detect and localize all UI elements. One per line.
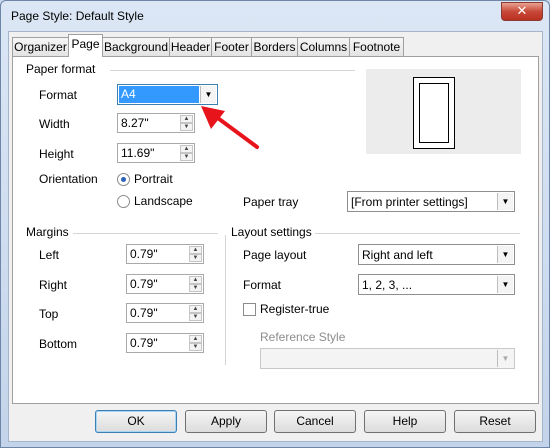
close-button[interactable]: ✕	[501, 2, 543, 21]
page-layout-dropdown[interactable]: Right and left ▼	[358, 244, 515, 265]
margin-bottom-label: Bottom	[39, 337, 78, 351]
cancel-button[interactable]: Cancel	[274, 410, 356, 433]
tab-footnote[interactable]: Footnote	[349, 37, 404, 56]
apply-button[interactable]: Apply	[185, 410, 267, 433]
margins-heading: Margins	[26, 225, 69, 239]
width-value: 8.27"	[121, 116, 149, 130]
close-icon: ✕	[516, 4, 528, 19]
height-stepper[interactable]: 11.69" ▲ ▼	[117, 143, 195, 163]
paper-tray-dropdown[interactable]: [From printer settings] ▼	[347, 191, 515, 212]
tab-footer[interactable]: Footer	[211, 37, 252, 56]
margin-left-value: 0.79"	[130, 247, 158, 261]
margin-top-stepper[interactable]: 0.79" ▲ ▼	[126, 303, 204, 323]
chevron-down-icon[interactable]: ▼	[497, 193, 513, 210]
margin-left-stepper[interactable]: 0.79" ▲ ▼	[126, 244, 204, 264]
ok-button[interactable]: OK	[95, 410, 177, 433]
page-preview-sheet	[413, 77, 455, 149]
dialog-window: Page Style: Default Style ✕ Organizer Pa…	[0, 0, 550, 448]
margin-bottom-value: 0.79"	[130, 336, 158, 350]
page-layout-value: Right and left	[362, 248, 433, 262]
margin-bottom-decrement-button[interactable]: ▼	[189, 343, 202, 351]
orientation-label: Orientation	[39, 172, 98, 186]
page-layout-label: Page layout	[243, 248, 307, 262]
paper-format-heading: Paper format	[26, 62, 96, 76]
portrait-radio[interactable]	[117, 173, 130, 186]
layout-settings-heading: Layout settings	[231, 225, 312, 239]
landscape-radio[interactable]	[117, 195, 130, 208]
margin-right-increment-button[interactable]: ▲	[189, 276, 202, 284]
numbering-format-value: 1, 2, 3, ...	[362, 278, 413, 292]
tab-header[interactable]: Header	[169, 37, 212, 56]
paper-tray-label: Paper tray	[243, 195, 299, 209]
landscape-label[interactable]: Landscape	[134, 194, 193, 208]
numbering-format-dropdown[interactable]: 1, 2, 3, ... ▼	[358, 274, 515, 295]
tab-borders[interactable]: Borders	[251, 37, 298, 56]
reset-button[interactable]: Reset	[454, 410, 536, 433]
title-bar[interactable]: Page Style: Default Style ✕	[1, 1, 549, 31]
chevron-down-icon[interactable]: ▼	[497, 246, 513, 263]
height-value: 11.69"	[121, 146, 155, 160]
window-title: Page Style: Default Style	[11, 9, 144, 23]
margin-left-label: Left	[39, 248, 60, 262]
help-button[interactable]: Help	[364, 410, 446, 433]
tab-organizer[interactable]: Organizer	[12, 37, 69, 56]
portrait-label[interactable]: Portrait	[134, 172, 173, 186]
format-label: Format	[39, 88, 78, 102]
tab-background[interactable]: Background	[102, 37, 170, 56]
width-label: Width	[39, 117, 70, 131]
tab-page[interactable]: Page	[68, 34, 103, 57]
margin-left-increment-button[interactable]: ▲	[189, 246, 202, 254]
register-true-checkbox[interactable]	[243, 303, 256, 316]
register-true-label[interactable]: Register-true	[260, 302, 329, 316]
layout-settings-divider	[315, 233, 520, 234]
width-stepper[interactable]: 8.27" ▲ ▼	[117, 113, 195, 133]
margin-top-value: 0.79"	[130, 306, 158, 320]
margin-top-increment-button[interactable]: ▲	[189, 305, 202, 313]
numbering-format-label: Format	[243, 278, 282, 292]
margin-top-decrement-button[interactable]: ▼	[189, 313, 202, 321]
margin-left-decrement-button[interactable]: ▼	[189, 254, 202, 262]
page-preview-margin-box	[419, 83, 449, 143]
margin-right-label: Right	[39, 278, 68, 292]
margin-right-value: 0.79"	[130, 277, 158, 291]
dialog-client-area: Organizer Page Background Header Footer …	[8, 31, 543, 442]
section-vertical-divider	[225, 235, 226, 365]
tab-columns[interactable]: Columns	[297, 37, 350, 56]
paper-tray-value: [From printer settings]	[351, 195, 468, 209]
annotation-arrow-icon	[201, 106, 259, 149]
chevron-down-icon[interactable]: ▼	[497, 350, 513, 367]
margin-bottom-increment-button[interactable]: ▲	[189, 335, 202, 343]
height-label: Height	[39, 147, 74, 161]
page-preview	[366, 69, 521, 154]
margin-right-stepper[interactable]: 0.79" ▲ ▼	[126, 274, 204, 294]
margin-bottom-stepper[interactable]: 0.79" ▲ ▼	[126, 333, 204, 353]
reference-style-dropdown[interactable]: ▼	[260, 348, 515, 369]
margin-top-label: Top	[39, 307, 59, 321]
chevron-down-icon[interactable]: ▼	[497, 276, 513, 293]
reference-style-label: Reference Style	[260, 330, 346, 344]
margins-divider	[73, 233, 218, 234]
paper-format-divider	[110, 70, 355, 71]
margin-right-decrement-button[interactable]: ▼	[189, 284, 202, 292]
